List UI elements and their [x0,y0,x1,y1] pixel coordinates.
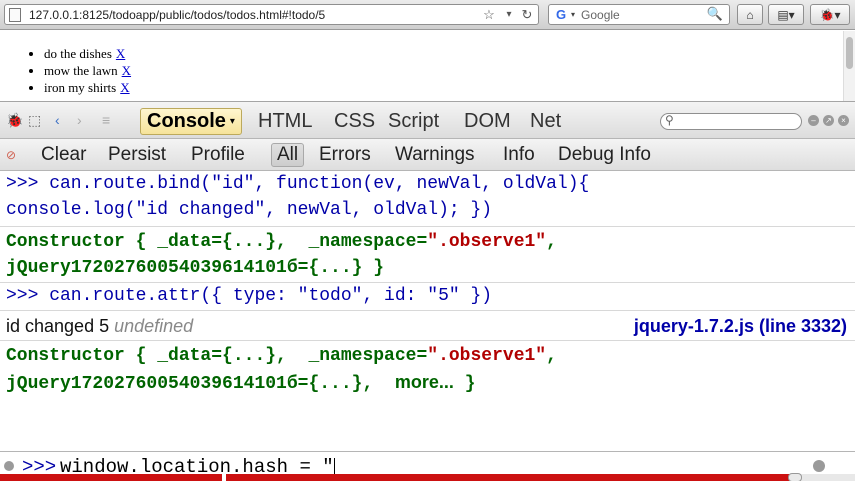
console-log-row: id changed 5 undefined jquery-1.7.2.js (… [0,311,855,341]
google-icon[interactable]: G [553,7,569,23]
console-toolbar: ⊘ Clear Persist Profile All Errors Warni… [0,139,855,171]
list-menu-icon[interactable]: ≡ [102,112,110,128]
chevron-down-icon[interactable]: ▾ [230,116,235,127]
console-log: >>> can.route.bind("id", function(ev, ne… [0,171,855,451]
source-link[interactable]: jquery-1.7.2.js (line 3332) [634,316,847,337]
tab-console-label: Console [147,110,226,132]
scrollbar-thumb[interactable] [846,37,853,69]
delete-todo-link[interactable]: X [116,46,125,61]
object-text: , [546,232,557,252]
todo-text: iron my shirts [44,80,117,95]
tab-dom[interactable]: DOM [458,108,517,135]
list-item: mow the lawn X [44,62,131,79]
inspect-icon[interactable]: ⬚ [28,112,41,129]
url-bar[interactable]: 127.0.0.1:8125/todoapp/public/todos/todo… [4,4,539,25]
search-icon[interactable]: 🔍 [707,6,723,22]
engine-dropdown-icon[interactable]: ▾ [571,10,575,19]
list-item: iron my shirtsX [44,79,131,96]
object-output[interactable]: jQuery17202760054039614101б={...} } [6,258,384,278]
progress-gap [222,474,226,481]
persist-button[interactable]: Persist [103,143,171,167]
object-text: Constructor { _data={...}, _namespace= [6,346,428,366]
firebug-toolbar: 🐞 ⬚ ‹ › ≡ Console ▾ HTML CSS Script DOM N… [0,101,855,139]
command-text: console.log("id changed", newVal, oldVal… [6,200,493,220]
filter-all-button[interactable]: All [271,143,305,167]
firebug-search-input[interactable]: ⚲ [660,113,802,130]
video-progress-bar[interactable] [0,473,855,481]
tab-console[interactable]: Console ▾ [140,108,242,135]
object-text: Constructor { _data={...}, _namespace= [6,232,428,252]
command-text: >>> can.route.bind("id", function(ev, ne… [6,174,590,194]
delete-todo-link[interactable]: X [120,80,129,95]
search-input[interactable]: Google [581,8,620,22]
home-icon: ⌂ [746,7,754,22]
console-command-row: >>> can.route.attr({ type: "todo", id: "… [0,283,855,311]
back-icon[interactable]: ‹ [55,112,60,128]
page-scrollbar[interactable] [843,31,855,101]
search-icon: ⚲ [665,113,674,127]
tab-script[interactable]: Script [382,108,445,135]
filter-errors-button[interactable]: Errors [314,143,376,167]
bookmarks-icon: ▤▾ [777,7,795,22]
tab-html[interactable]: HTML [252,108,318,135]
filter-warnings-button[interactable]: Warnings [390,143,480,167]
log-undefined: undefined [114,316,194,336]
todo-text: mow the lawn [44,63,118,78]
close-icon[interactable]: × [838,115,849,126]
firebug-icon: 🐞▾ [819,7,841,22]
object-string: ".observe1" [427,232,547,252]
url-text[interactable]: 127.0.0.1:8125/todoapp/public/todos/todo… [29,8,325,22]
log-message: id changed 5 undefined [6,316,193,337]
object-output: jQuery17202760054039614101б={...}, more.… [6,372,476,394]
command-text: >>> can.route.attr({ type: "todo", id: "… [6,286,493,306]
page-icon [9,7,21,22]
filter-debug-info-button[interactable]: Debug Info [553,143,656,167]
object-text: } [453,374,476,394]
delete-todo-link[interactable]: X [122,63,131,78]
history-dropdown-icon[interactable]: ▾ [499,5,519,24]
filter-info-button[interactable]: Info [498,143,540,167]
reload-icon[interactable]: ↻ [517,5,537,24]
tab-css[interactable]: CSS [328,108,381,135]
firebug-menu-icon[interactable]: 🐞 [6,112,23,129]
object-output[interactable]: Constructor { _data={...}, _namespace=".… [6,232,557,252]
firebug-button[interactable]: 🐞▾ [810,4,850,25]
todo-list: do the dishesX mow the lawnX iron my shi… [44,45,131,96]
page-content: do the dishesX mow the lawnX iron my shi… [0,31,855,101]
object-text: , [546,346,557,366]
browser-toolbar: 127.0.0.1:8125/todoapp/public/todos/todo… [0,0,855,30]
profile-button[interactable]: Profile [186,143,250,167]
console-object-row: Constructor { _data={...}, _namespace=".… [0,227,855,283]
object-text[interactable]: jQuery17202760054039614101б={...}, [6,374,395,394]
todo-text: do the dishes [44,46,112,61]
clear-console-icon[interactable]: ⊘ [6,148,20,162]
clear-button[interactable]: Clear [36,143,91,167]
forward-icon[interactable]: › [77,112,82,128]
tab-net[interactable]: Net [524,108,567,135]
object-output[interactable]: Constructor { _data={...}, _namespace=".… [6,346,557,366]
command-options-icon[interactable] [4,461,14,471]
progress-fill [0,474,795,481]
expand-command-icon[interactable] [813,460,825,472]
detach-icon[interactable]: ↗ [823,115,834,126]
list-item: do the dishes X [44,45,131,62]
minimize-icon[interactable]: – [808,115,819,126]
object-string: ".observe1" [427,346,547,366]
search-engine-box[interactable]: G ▾ Google 🔍 [548,4,730,25]
bookmarks-button[interactable]: ▤▾ [768,4,804,25]
log-text: id changed 5 [6,316,115,336]
progress-knob[interactable] [788,473,802,481]
console-object-row: Constructor { _data={...}, _namespace=".… [0,341,855,399]
more-link[interactable]: more... [395,372,454,392]
console-command-row: >>> can.route.bind("id", function(ev, ne… [0,171,855,227]
home-button[interactable]: ⌂ [737,4,763,25]
bookmark-star-icon[interactable]: ☆ [479,5,499,24]
